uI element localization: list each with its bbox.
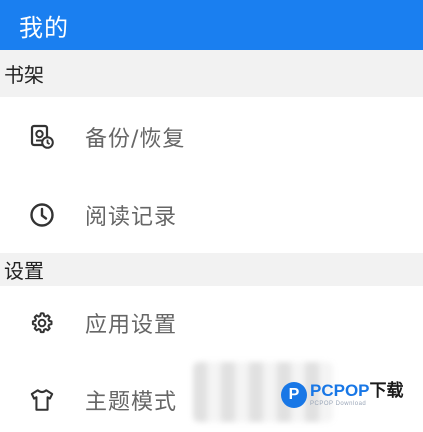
- menu-item-reading-history[interactable]: 阅读记录: [0, 177, 423, 253]
- menu-item-app-settings[interactable]: 应用设置: [0, 286, 423, 360]
- watermark-subtitle: PCPOP Download: [310, 401, 367, 407]
- watermark-brand: PCPOP: [310, 381, 370, 400]
- page-title: 我的: [19, 13, 69, 42]
- watermark-logo: P PCPOP下载 PCPOP Download: [281, 382, 404, 408]
- menu-item-label: 阅读记录: [85, 205, 178, 230]
- pcpop-logo-icon: P: [281, 382, 307, 408]
- menu-item-label: 应用设置: [85, 313, 178, 338]
- app-root: 我的 书架 备份/恢复 阅读记录 设置 应用设置 主题模式 P PCPOP下载 …: [0, 0, 423, 432]
- section-header-settings: 设置: [0, 253, 423, 286]
- backup-restore-icon: [29, 124, 55, 150]
- menu-item-backup-restore[interactable]: 备份/恢复: [0, 97, 423, 177]
- gear-icon: [29, 310, 55, 336]
- clock-icon: [29, 202, 55, 228]
- watermark: P PCPOP下载 PCPOP Download: [193, 352, 423, 432]
- tshirt-icon: [29, 387, 55, 413]
- section-header-bookshelf: 书架: [0, 50, 423, 97]
- menu-item-label: 主题模式: [85, 390, 178, 415]
- app-bar: 我的: [0, 0, 423, 50]
- watermark-brand-suffix: 下载: [369, 381, 404, 400]
- menu-item-label: 备份/恢复: [85, 127, 186, 152]
